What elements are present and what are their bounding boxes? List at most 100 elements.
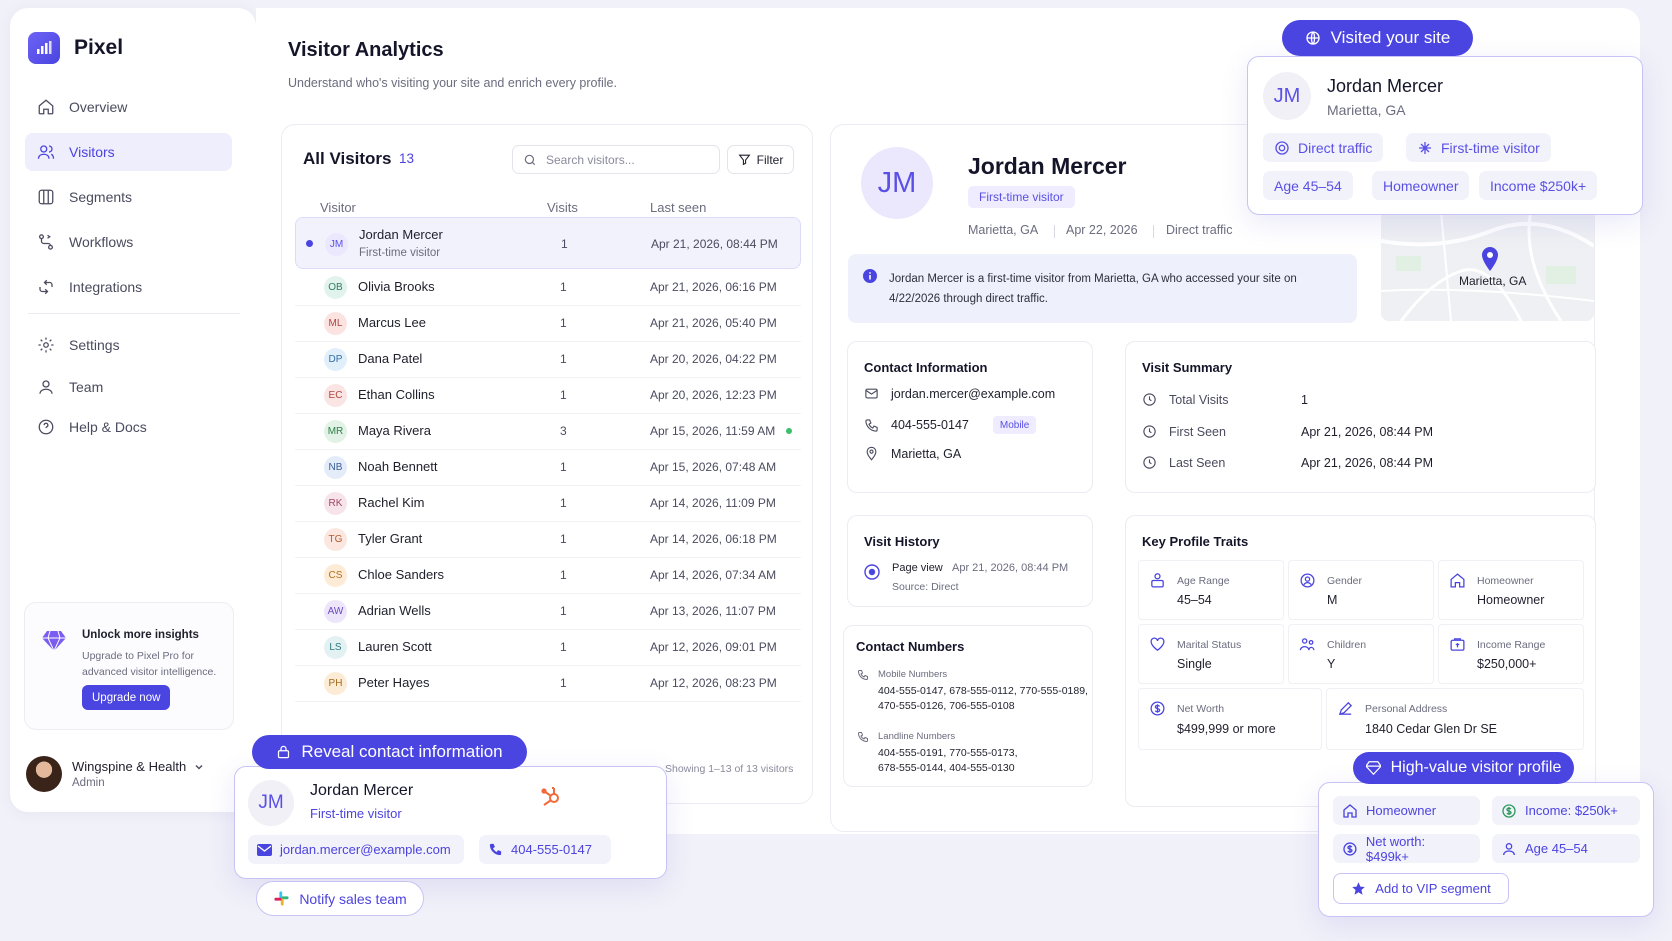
mail-icon [865, 388, 878, 399]
phone-icon [865, 418, 878, 432]
detail-source: Direct traffic [1166, 223, 1233, 237]
chip-age: Age 45–54 [1263, 171, 1353, 200]
reveal-contact-popover: JM Jordan Mercer First-time visitor jord… [234, 766, 667, 879]
pen-icon [1338, 701, 1353, 716]
row-avatar: PH [324, 672, 347, 695]
visitor-detail-card: JM Jordan Mercer First-time visitor Mari… [830, 124, 1596, 832]
table-row[interactable]: TG Tyler Grant 1 Apr 14, 2026, 06:18 PM [295, 520, 801, 558]
row-visits: 1 [560, 604, 567, 618]
vip-chip-age: Age 45–54 [1492, 834, 1640, 863]
brand[interactable]: Pixel [28, 32, 123, 64]
table-row[interactable]: AW Adrian Wells 1 Apr 13, 2026, 11:07 PM [295, 592, 801, 630]
table-row[interactable]: DP Dana Patel 1 Apr 20, 2026, 04:22 PM [295, 340, 801, 378]
row-last-seen: Apr 15, 2026, 07:48 AM [650, 460, 777, 474]
reveal-contact-pill[interactable]: Reveal contact information [252, 735, 527, 769]
nav-item-overview[interactable]: Overview [25, 88, 232, 126]
table-row[interactable]: CS Chloe Sanders 1 Apr 14, 2026, 07:34 AM [295, 556, 801, 594]
filter-label: Filter [756, 152, 784, 167]
upgrade-button[interactable]: Upgrade now [82, 685, 171, 710]
row-visits: 1 [560, 568, 567, 582]
location-map[interactable]: Marietta, GA [1381, 211, 1594, 321]
contact-phone-row[interactable]: 404-555-0147 Mobile [864, 416, 1037, 434]
target-icon [1275, 140, 1289, 155]
search-input[interactable]: Search visitors... [512, 145, 720, 174]
visited-your-site-pill[interactable]: Visited your site [1282, 20, 1473, 56]
trait-homeowner: Homeowner Homeowner [1438, 560, 1584, 620]
clock-icon [1143, 425, 1156, 438]
notify-sales-button[interactable]: Notify sales team [256, 881, 424, 916]
nav-item-integrations[interactable]: Integrations [25, 268, 232, 306]
contact-location-row: Marietta, GA [864, 446, 961, 461]
workflow-icon [38, 234, 54, 250]
phone-type-badge: Mobile [992, 416, 1037, 434]
table-row[interactable]: JM Jordan Mercer First-time visitor 1 Apr 21… [295, 217, 801, 269]
table-row[interactable]: MR Maya Rivera 3 Apr 15, 2026, 11:59 AM [295, 412, 801, 450]
contact-location: Marietta, GA [891, 446, 962, 461]
add-to-vip-button[interactable]: Add to VIP segment [1333, 873, 1509, 904]
trait-networth: Net Worth $499,999 or more [1138, 688, 1322, 750]
hubspot-icon[interactable] [538, 783, 564, 809]
row-visits: 1 [560, 316, 567, 330]
table-row[interactable]: RK Rachel Kim 1 Apr 14, 2026, 11:09 PM [295, 484, 801, 522]
row-last-seen: Apr 21, 2026, 05:40 PM [650, 316, 777, 330]
reveal-phone-chip[interactable]: 404-555-0147 [479, 835, 611, 864]
table-row[interactable]: ML Marcus Lee 1 Apr 21, 2026, 05:40 PM [295, 304, 801, 342]
sidebar: Pixel Overview Visitors Segments Workflo… [10, 8, 256, 812]
table-row[interactable]: OB Olivia Brooks 1 Apr 21, 2026, 06:16 PM [295, 268, 801, 306]
detail-avatar: JM [861, 147, 933, 219]
slack-icon [274, 891, 289, 906]
reveal-email-chip[interactable]: jordan.mercer@example.com [248, 835, 464, 864]
account-switcher[interactable]: Wingspine & Health Admin [26, 756, 204, 792]
phone-icon [489, 843, 502, 856]
trait-income: Income Range $250,000+ [1438, 624, 1584, 684]
row-visits: 1 [560, 352, 567, 366]
landline-numbers-label: Landline Numbers [878, 731, 956, 742]
table-row[interactable]: EC Ethan Collins 1 Apr 20, 2026, 12:23 PM [295, 376, 801, 414]
table-row[interactable]: PH Peter Hayes 1 Apr 12, 2026, 08:23 PM [295, 664, 801, 702]
upsell-title: Unlock more insights [82, 629, 199, 641]
column-header-last-seen[interactable]: Last seen [650, 200, 706, 215]
clock-icon [1143, 456, 1156, 469]
row-visits: 1 [560, 496, 567, 510]
dollar-icon [1150, 701, 1165, 716]
row-subtitle: First-time visitor [359, 247, 441, 259]
row-last-seen: Apr 14, 2026, 06:18 PM [650, 532, 777, 546]
row-visits: 1 [560, 676, 567, 690]
nav-item-help[interactable]: Help & Docs [25, 408, 232, 446]
row-last-seen: Apr 12, 2026, 09:01 PM [650, 640, 777, 654]
visit-history-card: Visit History Page view Apr 21, 2026, 08… [847, 515, 1093, 607]
contact-email-row[interactable]: jordan.mercer@example.com [864, 386, 1055, 401]
mail-icon [257, 843, 272, 856]
table-row[interactable]: NB Noah Bennett 1 Apr 15, 2026, 07:48 AM [295, 448, 801, 486]
column-header-visits[interactable]: Visits [547, 200, 578, 215]
row-last-seen: Apr 12, 2026, 08:23 PM [650, 676, 777, 690]
row-avatar: MR [324, 420, 347, 443]
row-avatar: OB [324, 276, 347, 299]
page-subtitle: Understand who's visiting your site and … [288, 76, 617, 90]
map-pin-icon [1482, 247, 1498, 271]
nav-item-segments[interactable]: Segments [25, 178, 232, 216]
nav-item-settings[interactable]: Settings [25, 326, 232, 364]
row-name: Tyler Grant [358, 531, 423, 546]
row-avatar: RK [324, 492, 347, 515]
nav-item-team[interactable]: Team [25, 368, 232, 406]
high-value-pill[interactable]: High-value visitor profile [1353, 752, 1574, 784]
dollar-icon [1502, 803, 1516, 818]
nav-label: Overview [69, 99, 128, 115]
mobile-numbers-label: Mobile Numbers [878, 669, 948, 680]
row-avatar: EC [324, 384, 347, 407]
trait-age: Age Range 45–54 [1138, 560, 1284, 620]
nav-item-visitors[interactable]: Visitors [25, 133, 232, 171]
user-icon [1503, 842, 1515, 855]
team-icon [39, 380, 53, 394]
nav-label: Settings [69, 337, 120, 353]
last-seen-label: Last Seen [1142, 455, 1225, 470]
users-icon [37, 145, 55, 159]
nav-item-workflows[interactable]: Workflows [25, 223, 232, 261]
reveal-avatar: JM [248, 780, 294, 826]
row-name: Ethan Collins [358, 387, 435, 402]
filter-button[interactable]: Filter [727, 145, 794, 174]
column-header-visitor[interactable]: Visitor [320, 200, 356, 215]
row-avatar: NB [324, 456, 347, 479]
table-row[interactable]: LS Lauren Scott 1 Apr 12, 2026, 09:01 PM [295, 628, 801, 666]
